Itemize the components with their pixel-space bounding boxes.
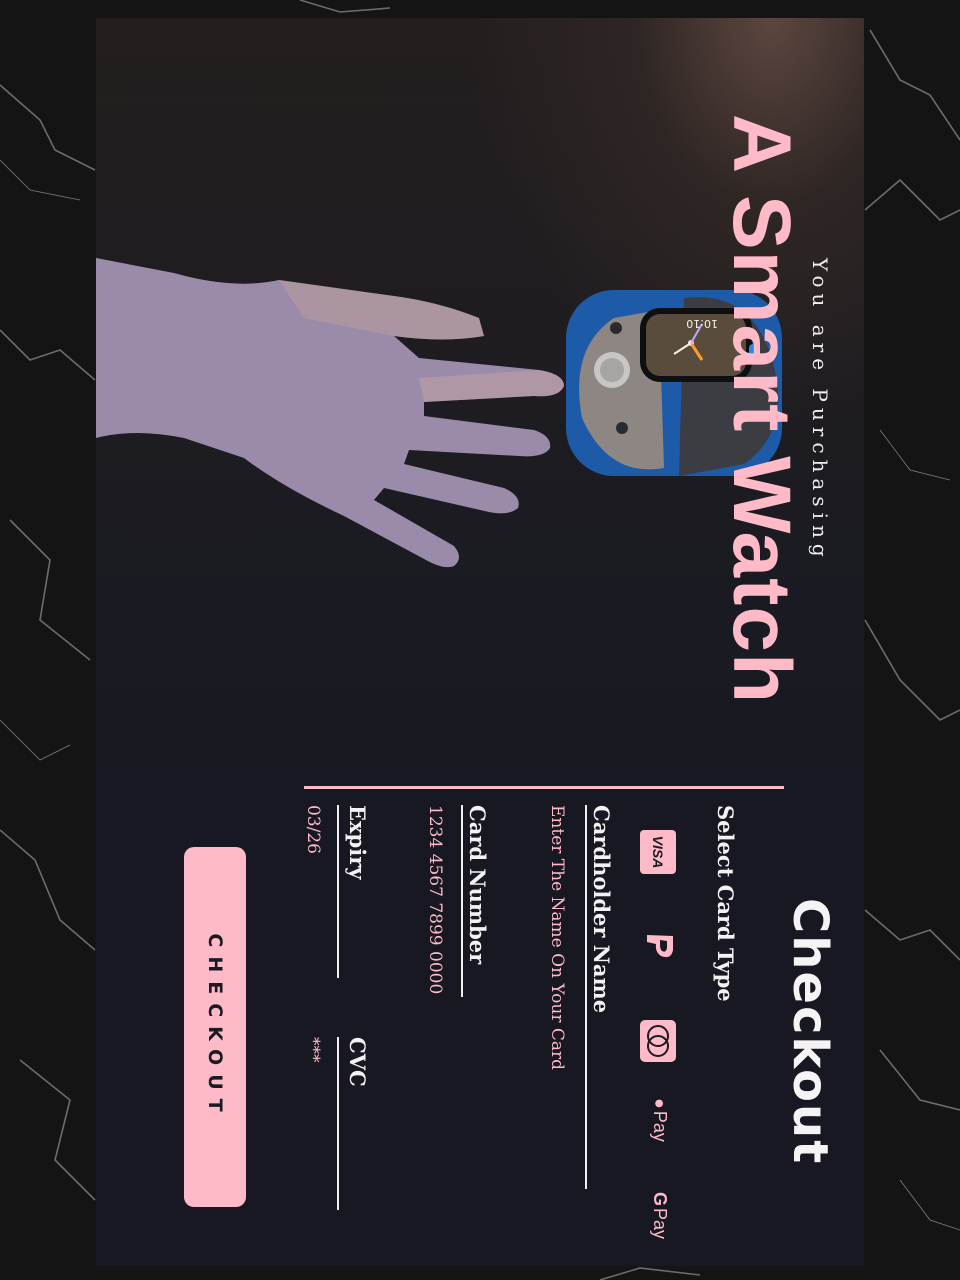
cardholder-underline [585,805,587,1189]
mastercard-icon [640,1020,676,1062]
apple-pay-option[interactable]: ●Pay [638,1098,682,1142]
cvc-label: CVC [345,1037,370,1087]
cardholder-label: Cardholder Name [589,805,614,1014]
expiry-underline [337,805,339,978]
expiry-input[interactable]: 03/26 [303,805,323,854]
paypal-option[interactable] [638,930,682,964]
panel-divider [304,786,784,789]
google-pay-icon: GPay [650,1192,671,1240]
paypal-icon [647,935,673,958]
checkout-card: 10:10 You are Purchasing A Smart Watch C… [96,18,864,1266]
hand-image [96,258,564,568]
card-number-label: Card Number [465,805,490,965]
cvc-underline [337,1037,339,1210]
apple-pay-icon: ●Pay [650,1098,671,1142]
cardholder-name-input[interactable]: Enter The Name On Your Card [547,805,567,1070]
card-type-label: Select Card Type [713,805,738,1002]
checkout-button[interactable]: CHECKOUT [184,847,246,1207]
visa-icon: VISA [640,830,676,874]
expiry-label: Expiry [345,805,370,880]
google-pay-option[interactable]: GPay [638,1192,682,1239]
mastercard-option[interactable] [638,1020,682,1062]
cvc-input[interactable]: *** [303,1037,323,1063]
visa-option[interactable]: VISA [638,830,682,874]
purchase-overline: You are Purchasing [808,258,832,563]
product-title: A Smart Watch [716,114,807,705]
checkout-title: Checkout [782,898,838,1166]
card-number-underline [461,805,463,997]
card-number-input[interactable]: 1234 4567 7899 0000 [425,805,445,994]
